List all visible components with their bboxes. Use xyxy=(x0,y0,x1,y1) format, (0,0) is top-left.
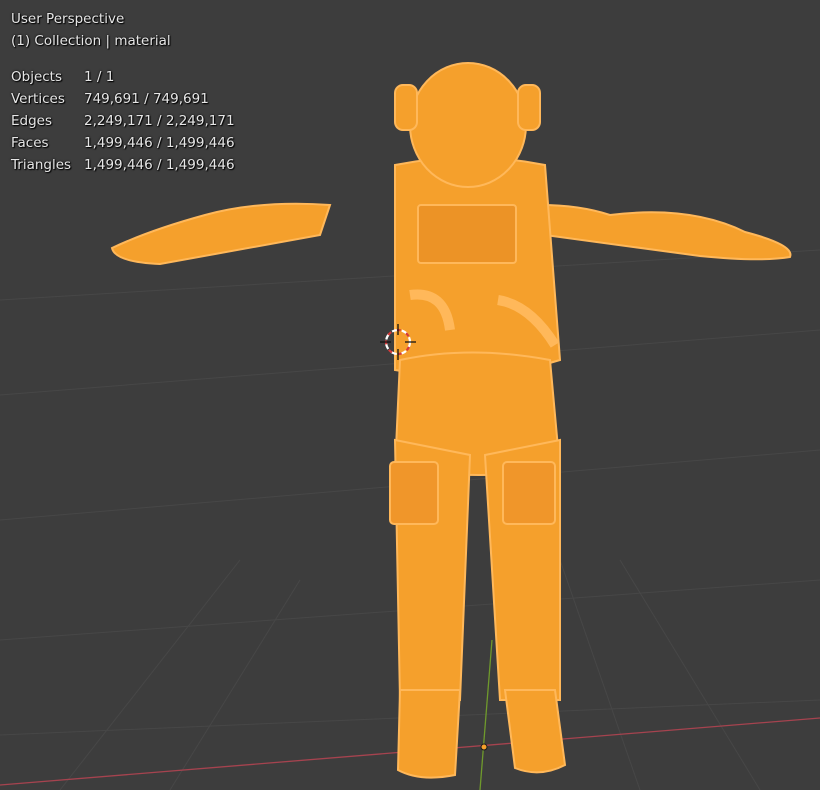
stat-value: 2,249,171 / 2,249,171 xyxy=(84,113,235,129)
stat-label: Objects xyxy=(11,69,63,85)
stat-edges: Edges 2,249,171 / 2,249,171 xyxy=(11,110,235,132)
stat-value: 1,499,446 / 1,499,446 xyxy=(84,135,235,151)
y-axis-line xyxy=(479,639,493,790)
view-name: User Perspective xyxy=(11,11,125,27)
stat-objects: Objects 1 / 1 xyxy=(11,66,235,88)
3d-viewport[interactable]: User Perspective (1) Collection | materi… xyxy=(0,0,820,790)
object-origin-icon xyxy=(480,743,488,751)
stat-value: 749,691 / 749,691 xyxy=(84,91,209,107)
viewport-info-overlay: User Perspective (1) Collection | materi… xyxy=(11,8,235,176)
stat-faces: Faces 1,499,446 / 1,499,446 xyxy=(11,132,235,154)
stat-label: Edges xyxy=(11,113,53,129)
stat-label: Triangles xyxy=(11,157,72,173)
collection-info: (1) Collection | material xyxy=(11,33,171,49)
stat-label: Vertices xyxy=(11,91,65,107)
stat-value: 1 / 1 xyxy=(84,69,115,85)
stat-triangles: Triangles 1,499,446 / 1,499,446 xyxy=(11,154,235,176)
stat-label: Faces xyxy=(11,135,49,151)
stat-value: 1,499,446 / 1,499,446 xyxy=(84,157,235,173)
stat-vertices: Vertices 749,691 / 749,691 xyxy=(11,88,235,110)
